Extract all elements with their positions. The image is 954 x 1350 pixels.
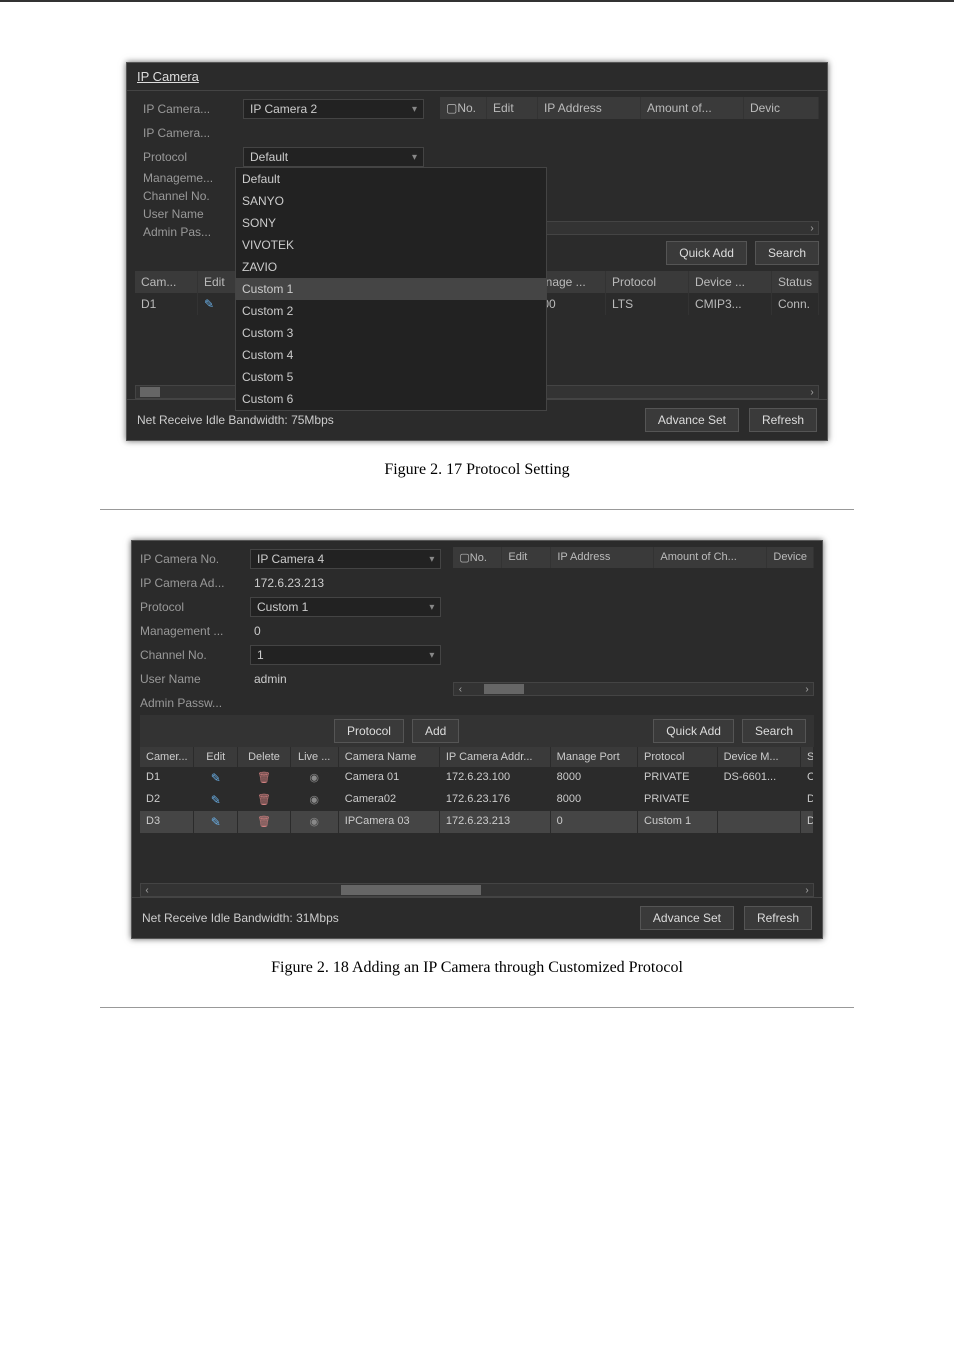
scroll-thumb[interactable] bbox=[140, 387, 160, 397]
divider bbox=[100, 509, 854, 510]
channel-label: Channel No. bbox=[143, 189, 243, 203]
scroll-thumb[interactable] bbox=[341, 885, 481, 895]
ipcamera-no-value: IP Camera 4 bbox=[257, 552, 324, 566]
protocol-option[interactable]: SONY bbox=[236, 212, 546, 234]
adminpass-input[interactable] bbox=[250, 693, 441, 713]
management-input[interactable] bbox=[250, 621, 441, 641]
scroll-thumb[interactable] bbox=[484, 684, 524, 694]
channel-select[interactable]: 1 ▾ bbox=[250, 645, 441, 665]
ipcamera-select-label: IP Camera... bbox=[143, 102, 243, 116]
trash-icon[interactable]: 🗑 bbox=[257, 816, 271, 828]
protocol-button[interactable]: Protocol bbox=[334, 719, 404, 743]
form-panel: IP Camera No. IP Camera 4 ▾ IP Camera Ad… bbox=[132, 541, 449, 715]
manage-label: Manageme... bbox=[143, 171, 243, 185]
ipcamera-addr-label: IP Camera Ad... bbox=[140, 576, 250, 590]
chevron-down-icon: ▾ bbox=[412, 152, 417, 163]
camera-grid-header: Camer... Edit Delete Live ... Camera Nam… bbox=[140, 747, 814, 767]
chevron-down-icon: ▾ bbox=[429, 554, 434, 565]
scroll-left-icon[interactable]: ‹ bbox=[454, 683, 466, 695]
h-scrollbar[interactable]: ‹ › bbox=[453, 682, 814, 696]
scroll-left-icon[interactable]: ‹ bbox=[141, 884, 153, 896]
username-input[interactable] bbox=[250, 669, 441, 689]
username-label: User Name bbox=[143, 207, 243, 221]
management-label: Management ... bbox=[140, 624, 250, 638]
protocol-dropdown-list: DefaultSANYOSONYVIVOTEKZAVIOCustom 1Cust… bbox=[235, 167, 547, 411]
protocol-label: Protocol bbox=[143, 150, 243, 164]
eye-icon[interactable]: ◉ bbox=[309, 794, 319, 806]
protocol-option[interactable]: VIVOTEK bbox=[236, 234, 546, 256]
trash-icon[interactable]: 🗑 bbox=[257, 772, 271, 784]
ipcamera-window-fig1: IP Camera IP Camera... IP Camera 2 ▾ IP … bbox=[126, 62, 828, 441]
table-row[interactable]: D2✎🗑◉Camera02172.6.23.1768000PRIVATEDisc… bbox=[140, 789, 814, 811]
adminpass-label: Admin Passw... bbox=[140, 696, 250, 710]
ipcamera-no-select[interactable]: IP Camera 4 ▾ bbox=[250, 549, 441, 569]
quick-add-button[interactable]: Quick Add bbox=[666, 241, 747, 265]
chevron-down-icon: ▾ bbox=[412, 104, 417, 115]
eye-icon[interactable]: ◉ bbox=[309, 772, 319, 784]
quick-add-button[interactable]: Quick Add bbox=[653, 719, 734, 743]
cam-id: D1 bbox=[135, 293, 198, 315]
ipcamera-window-fig2: IP Camera No. IP Camera 4 ▾ IP Camera Ad… bbox=[131, 540, 823, 939]
protocol-select[interactable]: Default ▾ bbox=[243, 147, 424, 167]
protocol-select-value: Default bbox=[250, 150, 288, 164]
scroll-right-icon[interactable]: › bbox=[806, 222, 818, 234]
advance-set-button[interactable]: Advance Set bbox=[645, 408, 739, 432]
window-title: IP Camera bbox=[127, 63, 827, 91]
net-bandwidth-text: Net Receive Idle Bandwidth: 75Mbps bbox=[137, 413, 334, 427]
pencil-icon[interactable]: ✎ bbox=[211, 815, 221, 829]
protocol-option[interactable]: Default bbox=[236, 168, 546, 190]
protocol-option[interactable]: Custom 5 bbox=[236, 366, 546, 388]
ipcamera-addr-input[interactable] bbox=[243, 123, 424, 143]
pencil-icon[interactable]: ✎ bbox=[204, 297, 214, 311]
chevron-down-icon: ▾ bbox=[429, 602, 434, 613]
protocol-option[interactable]: SANYO bbox=[236, 190, 546, 212]
refresh-button[interactable]: Refresh bbox=[744, 906, 812, 930]
pencil-icon[interactable]: ✎ bbox=[211, 793, 221, 807]
chevron-down-icon: ▾ bbox=[429, 650, 434, 661]
upper-right-header: ▢No. Edit IP Address Amount of... Devic bbox=[440, 97, 819, 119]
ipcamera-no-label: IP Camera No. bbox=[140, 552, 250, 566]
refresh-button[interactable]: Refresh bbox=[749, 408, 817, 432]
figure-caption-1: Figure 2. 17 Protocol Setting bbox=[60, 461, 894, 479]
search-button[interactable]: Search bbox=[755, 241, 819, 265]
net-bandwidth-text: Net Receive Idle Bandwidth: 31Mbps bbox=[142, 911, 339, 925]
col-cam: Cam... bbox=[135, 271, 198, 293]
table-row[interactable]: D1✎🗑◉Camera 01172.6.23.1008000PRIVATEDS-… bbox=[140, 767, 814, 789]
channel-value: 1 bbox=[257, 648, 264, 662]
adminpass-label: Admin Pas... bbox=[143, 225, 243, 239]
ipcamera-select-value: IP Camera 2 bbox=[250, 102, 317, 116]
channel-label: Channel No. bbox=[140, 648, 250, 662]
scroll-right-icon[interactable]: › bbox=[801, 683, 813, 695]
protocol-option[interactable]: Custom 1 bbox=[236, 278, 546, 300]
protocol-label: Protocol bbox=[140, 600, 250, 614]
eye-icon[interactable]: ◉ bbox=[309, 816, 319, 828]
pencil-icon[interactable]: ✎ bbox=[211, 771, 221, 785]
protocol-select[interactable]: Custom 1 ▾ bbox=[250, 597, 441, 617]
search-button[interactable]: Search bbox=[742, 719, 806, 743]
protocol-option[interactable]: ZAVIO bbox=[236, 256, 546, 278]
protocol-option[interactable]: Custom 3 bbox=[236, 322, 546, 344]
upper-right-header: ▢No. Edit IP Address Amount of Ch... Dev… bbox=[453, 547, 814, 568]
username-label: User Name bbox=[140, 672, 250, 686]
scroll-right-icon[interactable]: › bbox=[801, 884, 813, 896]
figure-caption-2: Figure 2. 18 Adding an IP Camera through… bbox=[60, 959, 894, 977]
ipcamera-addr-input[interactable] bbox=[250, 573, 441, 593]
advance-set-button[interactable]: Advance Set bbox=[640, 906, 734, 930]
trash-icon[interactable]: 🗑 bbox=[257, 794, 271, 806]
ipcamera-addr-label: IP Camera... bbox=[143, 126, 243, 140]
scroll-right-icon[interactable]: › bbox=[806, 386, 818, 398]
h-scrollbar-grid[interactable]: ‹ › bbox=[140, 883, 814, 897]
ipcamera-select[interactable]: IP Camera 2 ▾ bbox=[243, 99, 424, 119]
protocol-option[interactable]: Custom 4 bbox=[236, 344, 546, 366]
protocol-option[interactable]: Custom 2 bbox=[236, 300, 546, 322]
form-panel: IP Camera... IP Camera 2 ▾ IP Camera... … bbox=[135, 97, 432, 315]
add-button[interactable]: Add bbox=[412, 719, 459, 743]
divider bbox=[100, 1007, 854, 1008]
protocol-option[interactable]: Custom 6 bbox=[236, 388, 546, 410]
table-row[interactable]: D3✎🗑◉IPCamera 03172.6.23.2130Custom 1Dis… bbox=[140, 811, 814, 833]
protocol-value: Custom 1 bbox=[257, 600, 308, 614]
